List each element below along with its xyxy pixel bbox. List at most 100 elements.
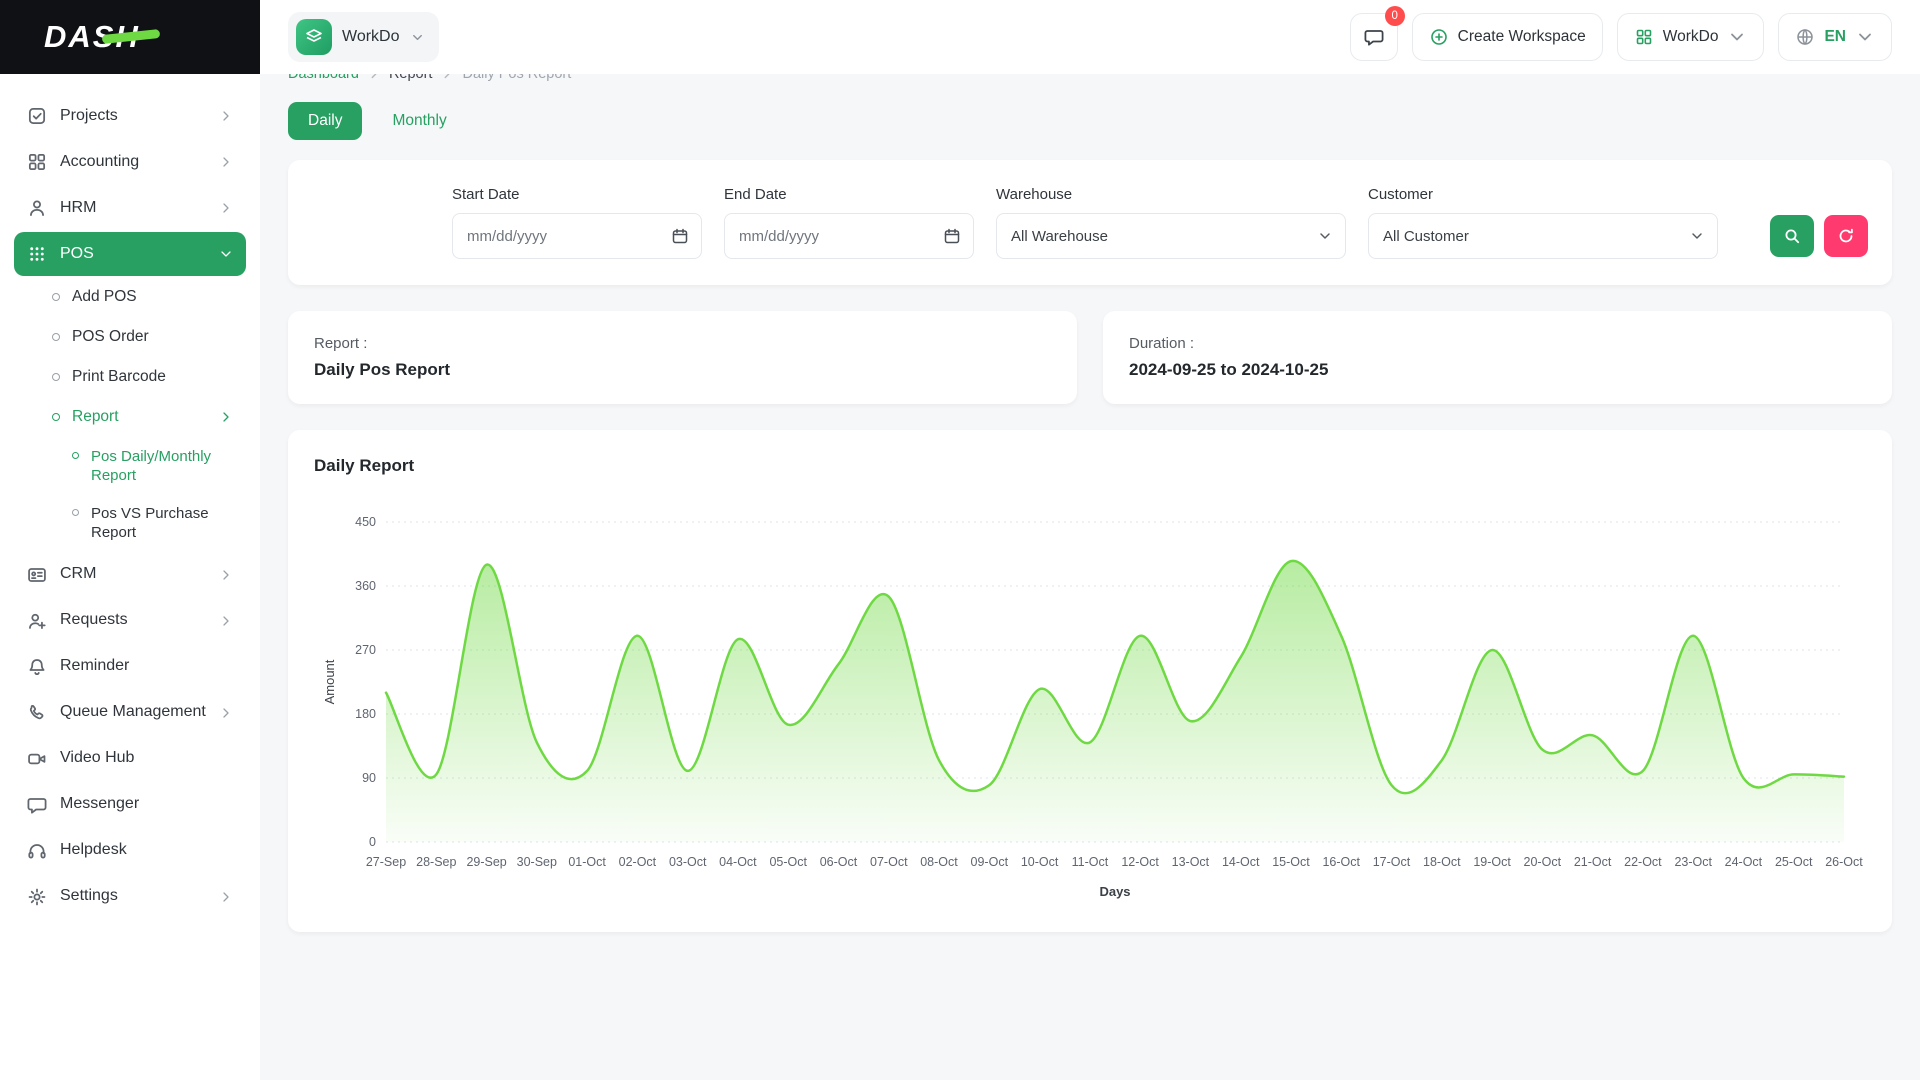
svg-text:19-Oct: 19-Oct xyxy=(1473,855,1511,869)
start-date-input[interactable] xyxy=(452,213,702,259)
end-date-input[interactable] xyxy=(724,213,974,259)
svg-text:11-Oct: 11-Oct xyxy=(1072,855,1109,869)
sidebar-item-requests[interactable]: Requests xyxy=(14,599,246,643)
sidebar-item-label: Projects xyxy=(60,106,118,127)
chevron-down-icon xyxy=(1727,27,1747,47)
video-icon xyxy=(26,748,48,770)
svg-text:29-Sep: 29-Sep xyxy=(466,855,506,869)
svg-text:17-Oct: 17-Oct xyxy=(1373,855,1411,869)
bullet-icon xyxy=(72,509,79,516)
sidebar-item-crm[interactable]: CRM xyxy=(14,553,246,597)
chevron-right-icon xyxy=(218,567,234,583)
sidebar-item-queue-management[interactable]: Queue Management xyxy=(14,691,246,735)
sidebar-item-settings[interactable]: Settings xyxy=(14,875,246,919)
headset-icon xyxy=(26,840,48,862)
sidebar-item-label: Video Hub xyxy=(60,748,134,769)
svg-text:24-Oct: 24-Oct xyxy=(1725,855,1763,869)
chevron-down-icon xyxy=(1317,228,1333,244)
report-summary-card: Report : Daily Pos Report xyxy=(288,311,1077,404)
main-content: Manage Pos Dashboard Report Daily Pos Re… xyxy=(260,0,1920,960)
bell-icon xyxy=(26,656,48,678)
chevron-down-icon xyxy=(1855,27,1875,47)
summary-row: Report : Daily Pos Report Duration : 202… xyxy=(288,311,1892,404)
sidebar-item-label: Reminder xyxy=(60,656,129,677)
warehouse-select[interactable]: All Warehouse xyxy=(996,213,1346,259)
reset-filter-button[interactable] xyxy=(1824,215,1868,257)
svg-text:450: 450 xyxy=(355,515,376,529)
filter-actions xyxy=(1770,215,1868,259)
create-workspace-button[interactable]: Create Workspace xyxy=(1412,13,1603,61)
svg-text:28-Sep: 28-Sep xyxy=(416,855,456,869)
svg-text:25-Oct: 25-Oct xyxy=(1775,855,1813,869)
sidebar-item-video-hub[interactable]: Video Hub xyxy=(14,737,246,781)
app-logo[interactable]: DASH xyxy=(0,0,260,74)
create-workspace-label: Create Workspace xyxy=(1458,28,1586,46)
sidebar-item-messenger[interactable]: Messenger xyxy=(14,783,246,827)
clipboard-check-icon xyxy=(26,105,48,127)
user-plus-icon xyxy=(26,610,48,632)
sidebar-item-label: Report xyxy=(72,407,119,427)
svg-text:Amount: Amount xyxy=(322,659,337,704)
sidebar-item-label: Print Barcode xyxy=(72,367,166,387)
sidebar-item-hrm[interactable]: HRM xyxy=(14,186,246,230)
sidebar-item-reminder[interactable]: Reminder xyxy=(14,645,246,689)
chevron-right-icon xyxy=(218,154,234,170)
crm-card-icon xyxy=(26,564,48,586)
sidebar-item-add-pos[interactable]: Add POS xyxy=(14,278,246,316)
sidebar: Projects AccountingHRMPOSAdd POS POS Order… xyxy=(0,74,260,1080)
plus-circle-icon xyxy=(1429,27,1449,47)
svg-text:20-Oct: 20-Oct xyxy=(1524,855,1562,869)
workdo-menu-button[interactable]: WorkDo xyxy=(1617,13,1765,61)
sidebar-item-accounting[interactable]: Accounting xyxy=(14,140,246,184)
chevron-right-icon xyxy=(218,889,234,905)
sidebar-item-helpdesk[interactable]: Helpdesk xyxy=(14,829,246,873)
sidebar-item-pos-order[interactable]: POS Order xyxy=(14,318,246,356)
hrm-user-icon xyxy=(26,197,48,219)
sidebar-item-label: CRM xyxy=(60,564,96,585)
workdo-menu-label: WorkDo xyxy=(1663,28,1719,46)
bullet-icon xyxy=(52,293,60,301)
svg-text:08-Oct: 08-Oct xyxy=(920,855,958,869)
svg-text:26-Oct: 26-Oct xyxy=(1825,855,1863,869)
logo-text: DASH xyxy=(44,19,140,55)
sidebar-item-label: POS Order xyxy=(72,327,149,347)
chevron-down-icon xyxy=(1689,228,1705,244)
chevron-down-icon xyxy=(218,246,234,262)
svg-text:270: 270 xyxy=(355,643,376,657)
sidebar-item-label: Pos VS Purchase Report xyxy=(91,504,240,543)
layers-icon xyxy=(296,19,332,55)
sidebar-item-print-barcode[interactable]: Print Barcode xyxy=(14,358,246,396)
workspace-selector[interactable]: WorkDo xyxy=(288,12,439,62)
svg-text:21-Oct: 21-Oct xyxy=(1574,855,1612,869)
search-filter-button[interactable] xyxy=(1770,215,1814,257)
customer-field: Customer All Customer xyxy=(1368,186,1718,259)
top-header: DASH WorkDo 0 Create Workspace xyxy=(0,0,1920,74)
sidebar-item-pos[interactable]: POS xyxy=(14,232,246,276)
svg-text:16-Oct: 16-Oct xyxy=(1322,855,1360,869)
svg-text:22-Oct: 22-Oct xyxy=(1624,855,1662,869)
chevron-down-icon xyxy=(410,30,425,45)
language-code: EN xyxy=(1824,28,1846,46)
sidebar-item-report[interactable]: Report xyxy=(14,398,246,436)
chat-icon xyxy=(1363,26,1385,48)
report-value: Daily Pos Report xyxy=(314,360,1051,380)
sidebar-item-label: Pos Daily/Monthly Report xyxy=(91,447,240,486)
sidebar-item-pos-daily-monthly-report[interactable]: Pos Daily/Monthly Report xyxy=(14,439,246,494)
chevron-right-icon xyxy=(218,200,234,216)
svg-text:07-Oct: 07-Oct xyxy=(870,855,908,869)
sidebar-item-projects[interactable]: Projects xyxy=(14,94,246,138)
search-icon xyxy=(1782,226,1802,246)
svg-text:10-Oct: 10-Oct xyxy=(1021,855,1059,869)
end-date-label: End Date xyxy=(724,186,974,203)
tab-monthly[interactable]: Monthly xyxy=(372,102,466,140)
sidebar-item-label: Requests xyxy=(60,610,128,631)
language-selector[interactable]: EN xyxy=(1778,13,1892,61)
customer-select[interactable]: All Customer xyxy=(1368,213,1718,259)
daily-report-card: Daily Report 09018027036045027-Sep28-Sep… xyxy=(288,430,1892,932)
report-label: Report : xyxy=(314,335,1051,352)
duration-label: Duration : xyxy=(1129,335,1866,352)
start-date-field: Start Date xyxy=(452,186,702,259)
tab-daily[interactable]: Daily xyxy=(288,102,362,140)
sidebar-item-pos-vs-purchase-report[interactable]: Pos VS Purchase Report xyxy=(14,496,246,551)
messages-button[interactable]: 0 xyxy=(1350,13,1398,61)
